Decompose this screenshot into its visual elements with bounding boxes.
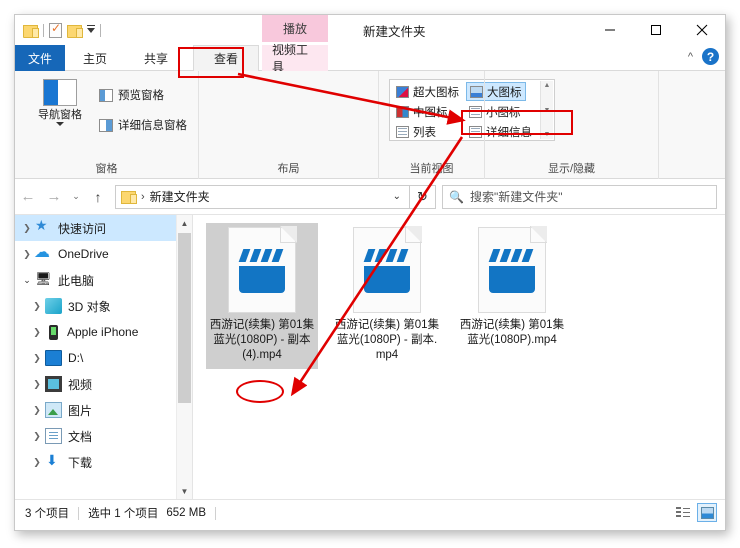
- annotation-arrows: [237, 72, 466, 397]
- arrow-view-tab-to-file-extensions: [237, 72, 466, 125]
- arrow-file-extensions-to-mp4: [290, 136, 464, 397]
